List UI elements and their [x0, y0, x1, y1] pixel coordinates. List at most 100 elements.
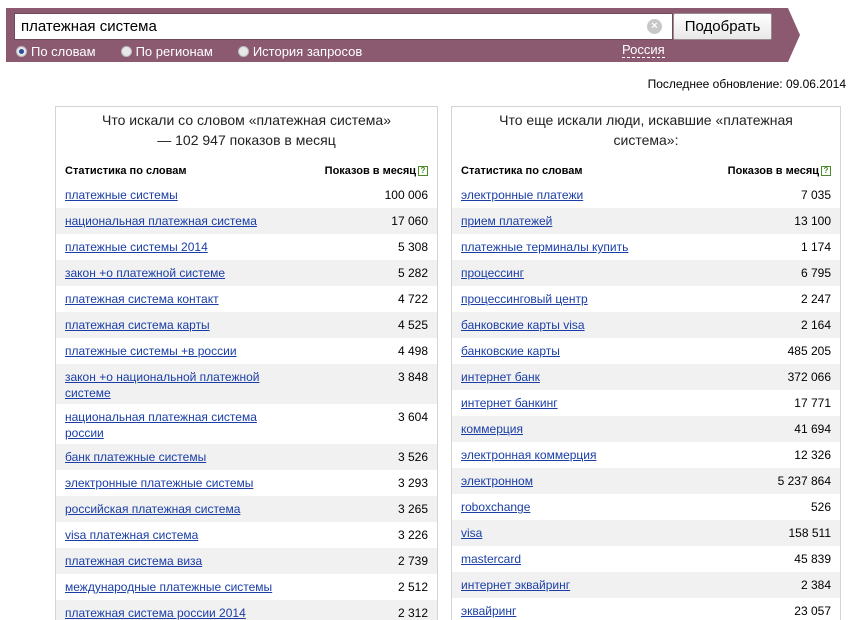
- keyword-link[interactable]: электронные платежные системы: [65, 475, 253, 491]
- col-keyword-header: Статистика по словам: [461, 165, 583, 177]
- keyword-link[interactable]: интернет банкинг: [461, 395, 558, 411]
- help-icon[interactable]: ?: [418, 166, 428, 176]
- table-row: коммерция 41 694: [452, 416, 840, 442]
- keyword-link[interactable]: visa: [461, 525, 482, 541]
- table-row: международные платежные системы 2 512: [56, 574, 437, 600]
- table-row: электронные платежи 7 035: [452, 182, 840, 208]
- impressions-count: 526: [810, 500, 831, 514]
- impressions-count: 41 694: [794, 422, 831, 436]
- impressions-count: 372 066: [787, 370, 831, 384]
- table-row: visa 158 511: [452, 520, 840, 546]
- impressions-count: 12 326: [794, 448, 831, 462]
- table-row: интернет банкинг 17 771: [452, 390, 840, 416]
- table-row: платежные системы 2014 5 308: [56, 234, 437, 260]
- search-input[interactable]: платежная система: [14, 13, 673, 40]
- radio-icon: [237, 45, 249, 57]
- table-row: банковские карты visa 2 164: [452, 312, 840, 338]
- radio-by-regions[interactable]: По регионам: [120, 43, 213, 59]
- keyword-link[interactable]: платежные системы +в россии: [65, 343, 237, 359]
- table-row: платежные системы +в россии 4 498: [56, 338, 437, 364]
- table-row: roboxchange 526: [452, 494, 840, 520]
- keyword-link[interactable]: коммерция: [461, 421, 523, 437]
- impressions-count: 158 511: [788, 526, 832, 540]
- impressions-count: 2 312: [397, 606, 428, 620]
- table-row: банк платежные системы 3 526: [56, 444, 437, 470]
- impressions-count: 3 265: [397, 502, 428, 516]
- radio-label: По регионам: [135, 43, 213, 59]
- keyword-link[interactable]: банковские карты: [461, 343, 560, 359]
- impressions-count: 100 006: [384, 188, 428, 202]
- impressions-count: 485 205: [787, 344, 831, 358]
- left-panel: Что искали со словом «платежная система»…: [55, 106, 438, 620]
- keyword-link[interactable]: закон +о платежной системе: [65, 265, 225, 281]
- keyword-link[interactable]: платежная система россии 2014: [65, 605, 246, 620]
- keyword-link[interactable]: электронном: [461, 473, 533, 489]
- clear-icon[interactable]: ×: [647, 19, 662, 34]
- keyword-link[interactable]: платежные системы: [65, 187, 178, 203]
- column-header: Статистика по словам Показов в месяц?: [65, 163, 428, 180]
- mode-tabs: По словам По регионам История запросов: [16, 43, 362, 59]
- impressions-count: 45 839: [794, 552, 831, 566]
- help-icon[interactable]: ?: [821, 166, 831, 176]
- keyword-link[interactable]: закон +о национальной платежной системе: [65, 369, 297, 401]
- radio-icon: [16, 45, 27, 57]
- keyword-link[interactable]: банковские карты visa: [461, 317, 585, 333]
- keyword-link[interactable]: платежные системы 2014: [65, 239, 208, 255]
- keyword-link[interactable]: банк платежные системы: [65, 449, 206, 465]
- panel-title: Что еще искали люди, искавшие «платежная…: [499, 112, 793, 148]
- impressions-count: 3 604: [397, 410, 428, 424]
- table-row: закон +о платежной системе 5 282: [56, 260, 437, 286]
- search-bar-arrow: [788, 8, 800, 62]
- keyword-link[interactable]: прием платежей: [461, 213, 552, 229]
- radio-by-words[interactable]: По словам: [16, 43, 96, 59]
- col-count-header: Показов в месяц?: [728, 163, 831, 180]
- keyword-link[interactable]: электронные платежи: [461, 187, 583, 203]
- keyword-link[interactable]: электронная коммерция: [461, 447, 597, 463]
- radio-label: История запросов: [252, 43, 363, 59]
- keyword-link[interactable]: visa платежная система: [65, 527, 198, 543]
- keyword-link[interactable]: интернет банк: [461, 369, 540, 385]
- table-row: российская платежная система 3 265: [56, 496, 437, 522]
- impressions-count: 4 722: [397, 292, 428, 306]
- keyword-link[interactable]: платежная система виза: [65, 553, 202, 569]
- keyword-link[interactable]: процессинг: [461, 265, 524, 281]
- right-panel: Что еще искали люди, искавшие «платежная…: [451, 106, 841, 620]
- keyword-link[interactable]: процессинговый центр: [461, 291, 588, 307]
- impressions-count: 2 384: [800, 578, 831, 592]
- keyword-link[interactable]: платежная система контакт: [65, 291, 219, 307]
- radio-query-history[interactable]: История запросов: [237, 43, 363, 59]
- impressions-count: 2 164: [800, 318, 831, 332]
- keyword-link[interactable]: эквайринг: [461, 603, 516, 619]
- table-row: электронном 5 237 864: [452, 468, 840, 494]
- keyword-link[interactable]: интернет эквайринг: [461, 577, 570, 593]
- col-keyword-header: Статистика по словам: [65, 165, 187, 177]
- keyword-link[interactable]: mastercard: [461, 551, 521, 567]
- search-bar: платежная система × Подобрать По словам …: [6, 8, 788, 62]
- impressions-count: 2 512: [397, 580, 428, 594]
- radio-icon: [120, 45, 132, 57]
- keyword-link[interactable]: российская платежная система: [65, 501, 240, 517]
- keyword-link[interactable]: национальная платежная система: [65, 213, 257, 229]
- keyword-link[interactable]: roboxchange: [461, 499, 530, 515]
- keyword-link[interactable]: национальная платежная система россии: [65, 409, 297, 441]
- column-header: Статистика по словам Показов в месяц?: [461, 163, 831, 180]
- table-row: закон +о национальной платежной системе 3…: [56, 364, 437, 404]
- impressions-count: 4 498: [397, 344, 428, 358]
- impressions-count: 5 237 864: [777, 474, 831, 488]
- region-link[interactable]: Россия: [622, 43, 665, 58]
- table-row: visa платежная система 3 226: [56, 522, 437, 548]
- impressions-count: 3 848: [397, 370, 428, 384]
- table-row: электронные платежные системы 3 293: [56, 470, 437, 496]
- keyword-link[interactable]: платежные терминалы купить: [461, 239, 628, 255]
- table-row: платежные терминалы купить 1 174: [452, 234, 840, 260]
- impressions-count: 2 739: [397, 554, 428, 568]
- keyword-link[interactable]: международные платежные системы: [65, 579, 272, 595]
- keyword-link[interactable]: платежная система карты: [65, 317, 210, 333]
- table-row: банковские карты 485 205: [452, 338, 840, 364]
- impressions-count: 23 057: [794, 604, 831, 618]
- last-update: Последнее обновление: 09.06.2014: [647, 77, 846, 91]
- table-row: национальная платежная система 17 060: [56, 208, 437, 234]
- impressions-count: 5 308: [397, 240, 428, 254]
- impressions-count: 5 282: [397, 266, 428, 280]
- submit-button[interactable]: Подобрать: [673, 13, 772, 40]
